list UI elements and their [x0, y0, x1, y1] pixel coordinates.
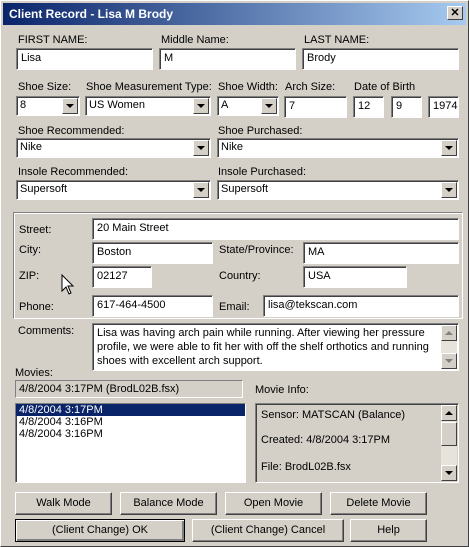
comments-scrollbar[interactable] — [441, 325, 457, 369]
delete-movie-button[interactable]: Delete Movie — [330, 492, 427, 515]
comments-textarea[interactable]: Lisa was having arch pain while running.… — [92, 323, 459, 371]
insole-recommended-label: Insole Recommended: — [18, 166, 129, 178]
list-item[interactable]: 4/8/2004 3:16PM — [16, 416, 245, 428]
client-change-ok-button[interactable]: (Client Change) OK — [15, 519, 185, 542]
scroll-up-icon[interactable] — [441, 405, 457, 421]
email-field[interactable]: lisa@tekscan.com — [263, 295, 459, 317]
zip-label: ZIP: — [19, 270, 40, 282]
state-label: State/Province: — [219, 244, 294, 256]
comments-line: shoes with excellent arch support. — [97, 355, 263, 367]
comments-line: profile, we were able to fit her with of… — [97, 341, 429, 353]
shoe-width-value: A — [221, 99, 229, 111]
shoe-purchased-value: Nike — [221, 141, 244, 153]
shoe-purchased-label: Shoe Purchased: — [218, 125, 303, 137]
help-button[interactable]: Help — [350, 519, 427, 542]
shoe-recommended-value: Nike — [20, 141, 43, 153]
city-field[interactable]: Boston — [92, 242, 213, 264]
shoe-purchased-dropdown[interactable]: Nike — [217, 138, 459, 158]
scroll-down-icon[interactable] — [441, 353, 457, 369]
shoe-width-label: Shoe Width: — [218, 81, 278, 93]
movies-label: Movies: — [15, 367, 53, 379]
insole-purchased-dropdown[interactable]: Supersoft — [217, 180, 459, 200]
dob-month-field[interactable]: 12 — [353, 96, 384, 118]
dob-day-field[interactable]: 9 — [391, 96, 422, 118]
chevron-down-icon[interactable] — [441, 182, 457, 198]
city-label: City: — [19, 244, 41, 256]
street-field[interactable]: 20 Main Street — [92, 218, 459, 240]
walk-mode-button[interactable]: Walk Mode — [15, 492, 112, 515]
email-label: Email: — [219, 301, 250, 313]
open-movie-button[interactable]: Open Movie — [225, 492, 322, 515]
comments-label: Comments: — [18, 325, 75, 337]
state-field[interactable]: MA — [303, 242, 459, 264]
chevron-down-icon[interactable] — [62, 98, 78, 114]
shoe-measurement-label: Shoe Measurement Type: — [86, 81, 212, 93]
country-field[interactable]: USA — [303, 266, 407, 288]
shoe-measurement-value: US Women — [89, 99, 146, 111]
movie-info-line: Created: 4/8/2004 3:17PM — [261, 434, 391, 446]
scroll-thumb[interactable] — [441, 422, 457, 446]
chevron-down-icon[interactable] — [441, 140, 457, 156]
shoe-recommended-dropdown[interactable]: Nike — [16, 138, 211, 158]
list-item[interactable]: 4/8/2004 3:17PM — [16, 404, 245, 416]
shoe-recommended-label: Shoe Recommended: — [18, 125, 125, 137]
close-icon[interactable]: ✕ — [447, 6, 463, 20]
balance-mode-button[interactable]: Balance Mode — [120, 492, 217, 515]
dob-year-field[interactable]: 1974 — [428, 96, 459, 118]
movie-info-label: Movie Info: — [255, 384, 309, 396]
insole-purchased-label: Insole Purchased: — [218, 166, 307, 178]
insole-purchased-value: Supersoft — [221, 183, 269, 195]
movie-info-line: File: BrodL02B.fsx — [261, 461, 351, 473]
client-record-window: Client Record - Lisa M Brody ✕ FIRST NAM… — [0, 0, 469, 547]
middle-name-field[interactable]: M — [159, 48, 296, 70]
current-movie-field: 4/8/2004 3:17PM (BrodL02B.fsx) — [15, 380, 243, 398]
shoe-measurement-dropdown[interactable]: US Women — [85, 96, 211, 116]
country-label: Country: — [219, 270, 261, 282]
window-title: Client Record - Lisa M Brody — [9, 7, 174, 21]
list-item[interactable]: 4/8/2004 3:16PM — [16, 428, 245, 440]
scroll-down-icon[interactable] — [441, 465, 457, 481]
last-name-label: LAST NAME: — [304, 34, 370, 46]
client-change-cancel-button[interactable]: (Client Change) Cancel — [192, 519, 344, 542]
mouse-pointer-icon — [61, 274, 75, 295]
first-name-field[interactable]: Lisa — [16, 48, 153, 70]
middle-name-label: Middle Name: — [161, 34, 229, 46]
chevron-down-icon[interactable] — [193, 98, 209, 114]
comments-line: Lisa was having arch pain while running.… — [97, 327, 425, 339]
shoe-size-dropdown[interactable]: 8 — [16, 96, 80, 116]
shoe-width-dropdown[interactable]: A — [217, 96, 279, 116]
arch-size-field[interactable]: 7 — [284, 96, 347, 118]
title-bar: Client Record - Lisa M Brody ✕ — [3, 3, 466, 25]
shoe-size-label: Shoe Size: — [18, 81, 72, 93]
chevron-down-icon[interactable] — [261, 98, 277, 114]
zip-field[interactable]: 02127 — [92, 266, 152, 288]
scroll-up-icon[interactable] — [441, 325, 457, 341]
arch-size-label: Arch Size: — [285, 81, 336, 93]
movie-info-box: Sensor: MATSCAN (Balance) Created: 4/8/2… — [255, 403, 459, 483]
shoe-size-value: 8 — [20, 99, 27, 111]
dob-label: Date of Birth — [354, 81, 416, 93]
movie-info-line: Sensor: MATSCAN (Balance) — [261, 409, 406, 421]
chevron-down-icon[interactable] — [193, 182, 209, 198]
street-label: Street: — [19, 224, 52, 236]
phone-label: Phone: — [19, 301, 54, 313]
phone-field[interactable]: 617-464-4500 — [92, 295, 213, 317]
movies-listbox[interactable]: 4/8/2004 3:17PM 4/8/2004 3:16PM 4/8/2004… — [15, 403, 246, 483]
first-name-label: FIRST NAME: — [18, 34, 88, 46]
movie-info-scrollbar[interactable] — [441, 405, 457, 481]
insole-recommended-dropdown[interactable]: Supersoft — [16, 180, 211, 200]
insole-recommended-value: Supersoft — [20, 183, 68, 195]
chevron-down-icon[interactable] — [193, 140, 209, 156]
last-name-field[interactable]: Brody — [302, 48, 459, 70]
